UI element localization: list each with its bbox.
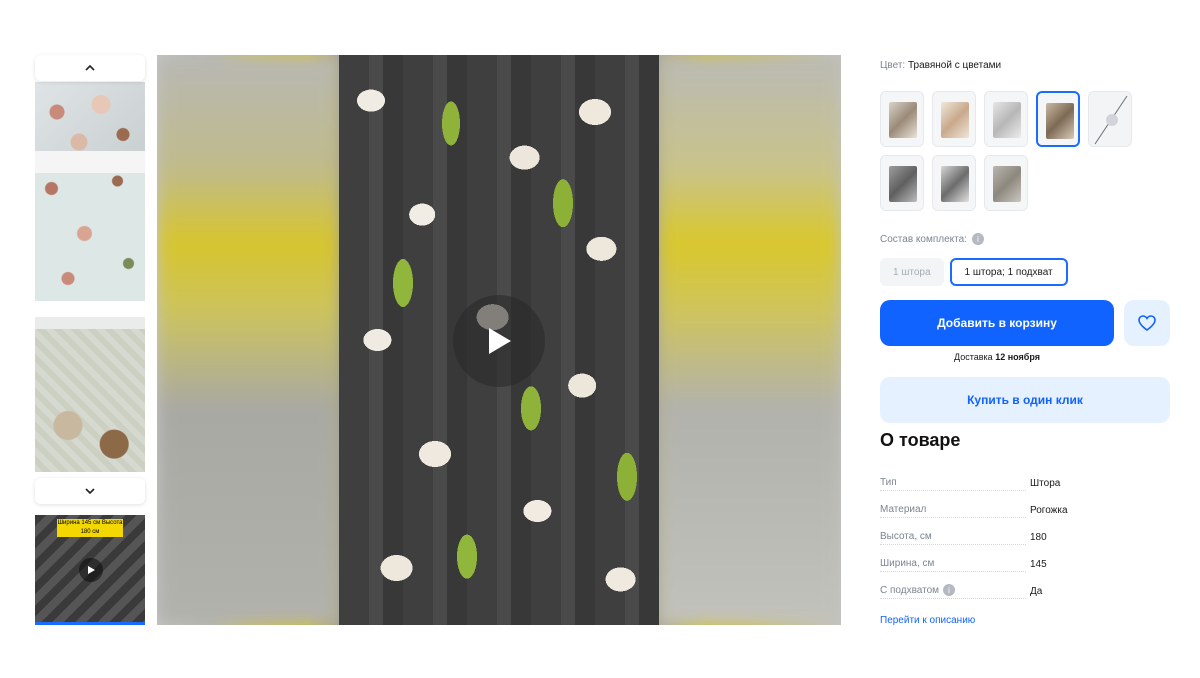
thumbnail-gallery: Ширина 145 см Высота 180 см [35, 55, 145, 625]
spec-key: Ширина, см [880, 558, 1026, 572]
thumbnail-video[interactable]: Ширина 145 см Высота 180 см [35, 515, 145, 625]
video-thumb-tag: Ширина 145 см Высота 180 см [57, 519, 123, 537]
play-icon [489, 328, 511, 354]
about-product-title: О товаре [880, 430, 961, 450]
go-to-description-link[interactable]: Перейти к описанию [880, 615, 975, 626]
media-blur-right [659, 55, 841, 625]
kit-option-curtain-only[interactable]: 1 штора [880, 258, 944, 286]
color-label: Цвет: [880, 60, 906, 71]
spec-row-tieback: С подхватом i Да [880, 578, 1170, 605]
favorite-button[interactable] [1124, 300, 1170, 346]
spec-value: 180 [1030, 532, 1047, 543]
info-icon[interactable]: i [971, 233, 984, 245]
spec-key: С подхватом [880, 584, 940, 596]
media-blur-left [157, 55, 339, 625]
color-value: Травяной с цветами [907, 60, 1002, 71]
spec-key: Материал [880, 504, 1026, 518]
heart-icon [1138, 315, 1156, 331]
color-swatch-1[interactable] [880, 91, 924, 147]
delivery-prefix: Доставка [954, 352, 993, 362]
delivery-date: 12 ноября [995, 352, 1040, 362]
spec-row-height: Высота, см 180 [880, 524, 1170, 551]
color-swatch-3[interactable] [984, 91, 1028, 147]
product-panel: Цвет: Травяной с цветами Состав комплект… [880, 60, 1170, 626]
thumbnails-up-button[interactable] [35, 55, 145, 81]
info-icon[interactable]: i [943, 584, 956, 596]
main-media-viewer[interactable] [157, 55, 841, 625]
spec-value: Рогожка [1030, 505, 1068, 516]
add-to-cart-button[interactable]: Добавить в корзину [880, 300, 1114, 346]
color-swatch-2[interactable] [932, 91, 976, 147]
kit-label: Состав комплекта: [880, 233, 967, 245]
color-swatch-4-selected[interactable] [1036, 91, 1080, 147]
spec-key: Высота, см [880, 531, 1026, 545]
color-swatch-6[interactable] [880, 155, 924, 211]
spec-key: Тип [880, 477, 1026, 491]
color-swatch-8[interactable] [984, 155, 1028, 211]
video-play-button[interactable] [453, 295, 545, 387]
spec-value: Штора [1030, 478, 1061, 489]
spec-value: 145 [1030, 559, 1047, 570]
thumbnails-down-button[interactable] [35, 478, 145, 504]
color-swatch-7[interactable] [932, 155, 976, 211]
kit-option-curtain-with-tieback[interactable]: 1 штора; 1 подхват [949, 258, 1068, 286]
play-icon [79, 558, 103, 582]
chevron-down-icon [85, 488, 95, 495]
chevron-up-icon [85, 64, 95, 71]
spec-row-width: Ширина, см 145 [880, 551, 1170, 578]
color-swatch-5-unavailable[interactable] [1088, 91, 1132, 147]
specs-list: Тип Штора Материал Рогожка Высота, см 18… [880, 470, 1170, 605]
kit-label-row: Состав комплекта: i [880, 233, 984, 245]
thumbnail-3[interactable] [35, 317, 145, 472]
spec-key-with-info: С подхватом i [880, 584, 1026, 599]
spec-row-type: Тип Штора [880, 470, 1170, 497]
spec-value: Да [1030, 586, 1043, 597]
color-selection-label: Цвет: Травяной с цветами [880, 60, 1170, 74]
thumbnail-1[interactable] [35, 82, 145, 157]
thumbnail-2[interactable] [35, 151, 145, 301]
delivery-info: Доставка 12 ноября [880, 352, 1114, 362]
spec-row-material: Материал Рогожка [880, 497, 1170, 524]
kit-options: 1 штора 1 штора; 1 подхват [880, 258, 1068, 286]
buy-one-click-button[interactable]: Купить в один клик [880, 377, 1170, 423]
unavailable-slash-icon [1094, 95, 1128, 145]
